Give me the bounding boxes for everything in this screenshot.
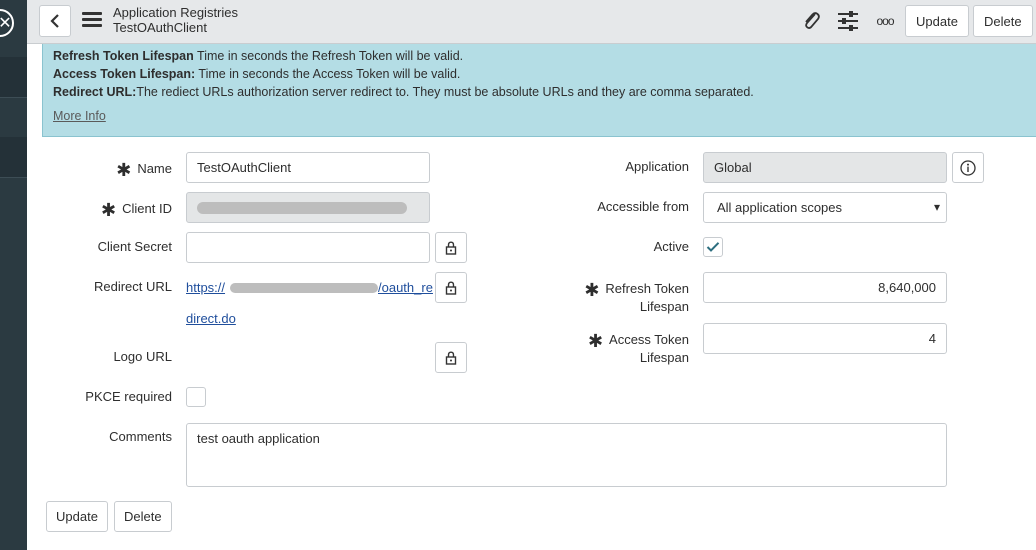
accessible-from-label: Accessible from <box>597 199 689 214</box>
logo-url-label: Logo URL <box>113 349 172 364</box>
lock-icon <box>445 240 457 255</box>
active-checkbox[interactable] <box>703 237 723 257</box>
form-header: Application Registries TestOAuthClient o… <box>27 0 1036 44</box>
info-line: Redirect URL:The rediect URLs authorizat… <box>53 83 1031 101</box>
redirect-url-link-part[interactable]: direct.do <box>186 310 236 328</box>
client-secret-lock-button[interactable] <box>435 232 467 263</box>
application-field[interactable]: Global <box>703 152 947 183</box>
page-title: Application Registries <box>113 5 239 20</box>
header-title-block: Application Registries TestOAuthClient <box>113 5 238 35</box>
delete-button[interactable]: Delete <box>973 5 1033 37</box>
name-field[interactable]: TestOAuthClient <box>186 152 430 183</box>
more-info-link[interactable]: More Info <box>53 109 106 123</box>
access-token-lifespan-field[interactable]: 4 <box>703 323 947 354</box>
accessible-from-select[interactable]: All application scopes ▾ <box>703 192 947 223</box>
close-circle-icon[interactable]: ✕ <box>0 9 14 37</box>
client-id-label: ✱ Client ID <box>101 200 172 220</box>
client-secret-field[interactable] <box>186 232 430 263</box>
logo-url-lock-button[interactable] <box>435 342 467 373</box>
required-icon: ✱ <box>587 331 604 351</box>
info-term: Redirect URL: <box>53 85 137 99</box>
required-icon: ✱ <box>584 280 600 300</box>
info-panel: Refresh Token Lifespan Time in seconds t… <box>42 44 1036 137</box>
footer-delete-button[interactable]: Delete <box>114 501 172 532</box>
redirect-url-link-part[interactable]: /oauth_re <box>378 279 433 297</box>
name-label: ✱ Name <box>116 160 172 180</box>
chevron-left-icon <box>50 14 59 28</box>
menu-icon[interactable] <box>82 12 102 28</box>
info-term: Refresh Token Lifespan <box>53 49 194 63</box>
client-secret-label: Client Secret <box>97 239 172 254</box>
pkce-label: PKCE required <box>85 389 172 404</box>
dropdown-arrow-icon: ▾ <box>933 200 940 214</box>
accessible-from-value: All application scopes <box>717 200 843 215</box>
nav-divider <box>0 97 27 98</box>
redacted-client-id <box>197 202 407 214</box>
info-desc: Time in seconds the Refresh Token will b… <box>193 49 464 63</box>
nav-band[interactable] <box>0 137 27 177</box>
application-info-button[interactable] <box>952 152 984 183</box>
pkce-checkbox[interactable] <box>186 387 206 407</box>
required-icon: ✱ <box>116 160 132 180</box>
nav-band[interactable] <box>0 57 27 97</box>
lock-icon <box>445 280 457 295</box>
paperclip-icon[interactable] <box>799 10 823 32</box>
more-options-icon[interactable]: ooo <box>873 10 897 32</box>
comments-label: Comments <box>109 429 172 444</box>
refresh-token-lifespan-label: ✱ Refresh Token Lifespan <box>584 280 689 314</box>
redacted-redirect-host <box>230 283 378 293</box>
update-button[interactable]: Update <box>905 5 969 37</box>
lock-icon <box>445 350 457 365</box>
info-line: Access Token Lifespan: Time in seconds t… <box>53 65 1031 83</box>
nav-divider <box>0 177 27 178</box>
redirect-url-link-part[interactable]: https:// <box>186 280 225 295</box>
refresh-token-lifespan-field[interactable]: 8,640,000 <box>703 272 947 303</box>
redirect-url-label: Redirect URL <box>93 279 172 294</box>
info-term: Access Token Lifespan: <box>53 67 196 81</box>
comments-textarea[interactable]: test oauth application <box>186 423 947 487</box>
info-icon <box>960 159 976 176</box>
checkmark-icon <box>706 242 720 252</box>
info-desc: The rediect URLs authorization server re… <box>136 85 754 99</box>
redirect-url-lock-button[interactable] <box>435 272 467 303</box>
back-button[interactable] <box>39 5 71 37</box>
record-name: TestOAuthClient <box>113 20 207 35</box>
active-label: Active <box>653 239 689 254</box>
footer-update-button[interactable]: Update <box>46 501 108 532</box>
access-token-lifespan-label: ✱ Access Token Lifespan <box>587 331 689 365</box>
settings-sliders-icon[interactable] <box>836 10 860 32</box>
info-desc: Time in seconds the Access Token will be… <box>195 67 461 81</box>
required-icon: ✱ <box>101 200 117 220</box>
application-label: Application <box>625 159 689 174</box>
left-nav-strip: ✕ <box>0 0 27 550</box>
info-line: Refresh Token Lifespan Time in seconds t… <box>53 47 1031 65</box>
